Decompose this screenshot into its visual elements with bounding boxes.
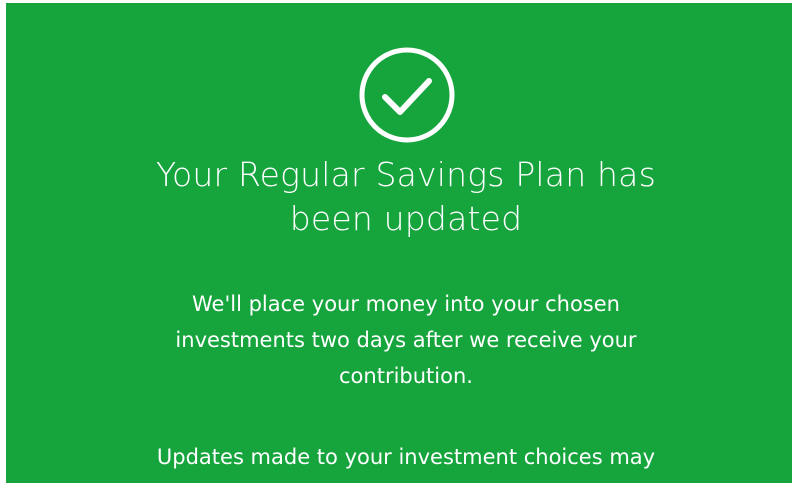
title-line: been updated <box>289 199 523 238</box>
title-line: Your Regular Savings Plan has <box>156 155 656 194</box>
investment-timing-message: We'll place your money into your chosen … <box>6 286 792 394</box>
check-circle-icon <box>357 45 457 145</box>
investment-choices-message: Updates made to your investment choices … <box>6 439 792 475</box>
message-line: contribution. <box>339 364 473 388</box>
message-line: Updates made to your investment choices … <box>156 445 656 469</box>
message-line: investments two days after we receive yo… <box>175 328 637 352</box>
confirmation-panel: Your Regular Savings Plan has been updat… <box>6 3 792 483</box>
message-line: We'll place your money into your chosen <box>192 292 620 316</box>
confirmation-title: Your Regular Savings Plan has been updat… <box>6 153 792 241</box>
